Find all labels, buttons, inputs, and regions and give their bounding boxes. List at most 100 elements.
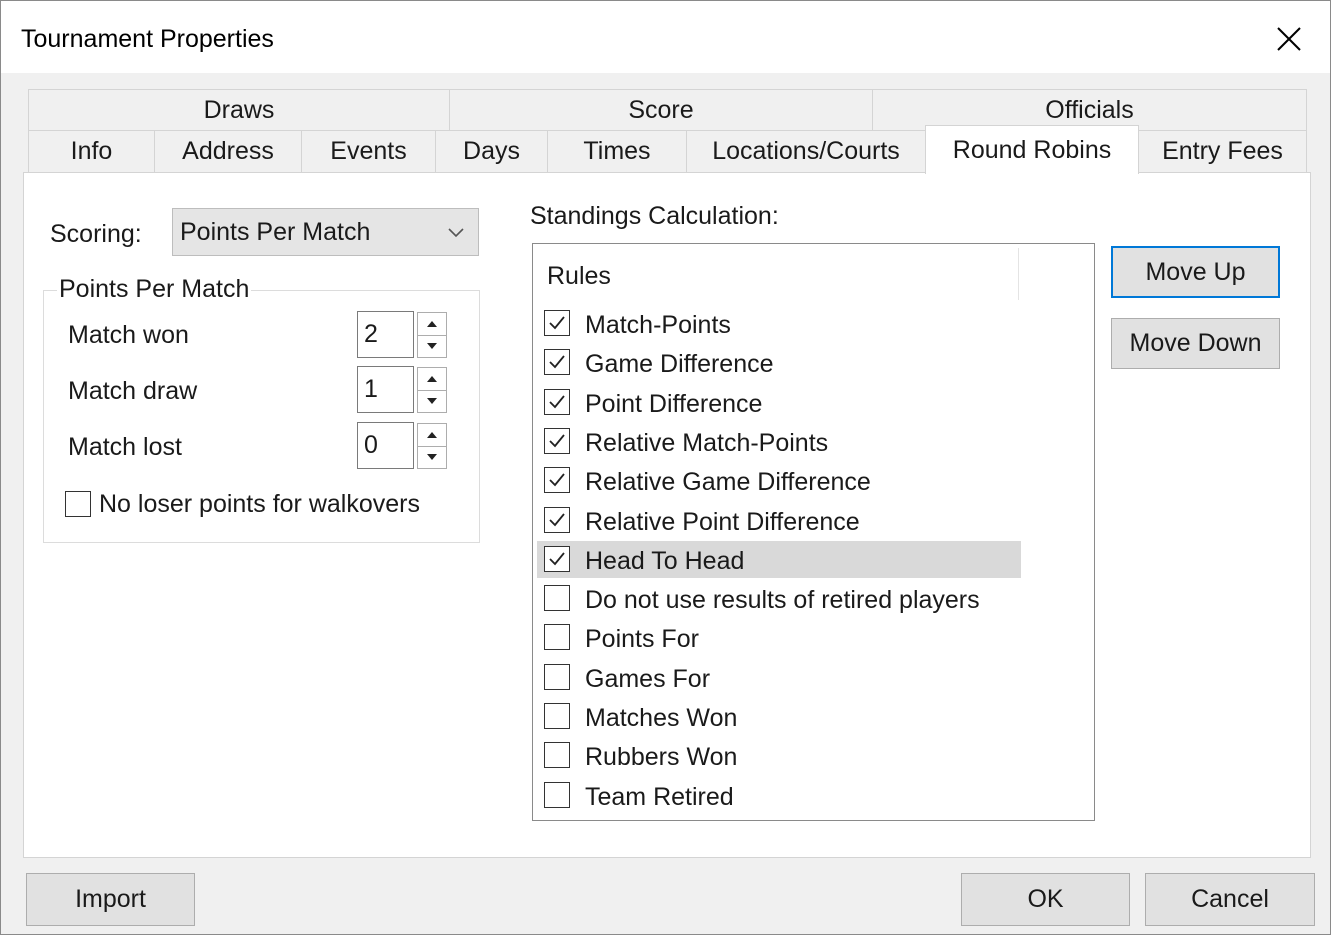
standings-rules-list[interactable]: Rules Match-Points Game Difference Point D… bbox=[532, 243, 1095, 821]
rule-label: Point Difference bbox=[585, 389, 763, 418]
tab-events[interactable]: Events bbox=[301, 130, 436, 173]
rule-row[interactable]: Do not use results of retired players bbox=[537, 580, 1021, 617]
arrow-down-icon bbox=[427, 343, 437, 349]
match-won-input[interactable]: 2 bbox=[357, 311, 414, 358]
rule-checkbox[interactable] bbox=[544, 624, 570, 651]
rule-row[interactable]: Rubbers Won bbox=[537, 737, 1021, 774]
match-lost-increment[interactable] bbox=[418, 424, 446, 447]
rule-checkbox[interactable] bbox=[544, 703, 570, 729]
rule-row[interactable]: Match-Points bbox=[537, 305, 1021, 342]
arrow-up-icon bbox=[427, 321, 437, 327]
import-button[interactable]: Import bbox=[26, 873, 195, 926]
move-up-button[interactable]: Move Up bbox=[1111, 246, 1280, 298]
chevron-down-icon bbox=[448, 228, 464, 238]
no-loser-points-checkbox[interactable] bbox=[65, 491, 91, 517]
tournament-properties-dialog: Tournament Properties Draws Score Offici… bbox=[0, 0, 1331, 935]
check-icon bbox=[549, 316, 565, 330]
scoring-select-value: Points Per Match bbox=[180, 217, 371, 246]
close-button[interactable] bbox=[1263, 13, 1315, 65]
match-lost-spinner bbox=[417, 423, 447, 469]
rule-row[interactable]: Point Difference bbox=[537, 384, 1021, 421]
rule-row[interactable]: Points For bbox=[537, 619, 1021, 656]
match-draw-decrement[interactable] bbox=[418, 390, 446, 412]
tab-locations-courts[interactable]: Locations/Courts bbox=[686, 130, 926, 173]
match-draw-input[interactable]: 1 bbox=[357, 366, 414, 413]
cancel-button[interactable]: Cancel bbox=[1145, 873, 1315, 926]
rule-row[interactable]: Relative Match-Points bbox=[537, 423, 1021, 460]
match-won-decrement[interactable] bbox=[418, 335, 446, 357]
rule-label: Matches Won bbox=[585, 704, 738, 732]
rule-row[interactable]: Games For bbox=[537, 659, 1021, 696]
match-won-spinner bbox=[417, 312, 447, 358]
move-down-button[interactable]: Move Down bbox=[1111, 318, 1280, 369]
points-per-match-legend: Points Per Match bbox=[57, 275, 252, 304]
tab-score[interactable]: Score bbox=[449, 89, 873, 131]
tab-info[interactable]: Info bbox=[28, 130, 155, 173]
rule-checkbox[interactable] bbox=[544, 388, 570, 415]
standings-label: Standings Calculation: bbox=[530, 202, 779, 230]
tab-days[interactable]: Days bbox=[435, 130, 548, 173]
scoring-label: Scoring: bbox=[50, 220, 142, 248]
rule-checkbox[interactable] bbox=[544, 585, 570, 612]
rule-label: Do not use results of retired players bbox=[585, 586, 980, 615]
close-icon bbox=[1277, 27, 1301, 51]
column-separator bbox=[1018, 248, 1019, 300]
scoring-select[interactable]: Points Per Match bbox=[172, 208, 479, 256]
match-draw-increment[interactable] bbox=[418, 368, 446, 391]
match-draw-label: Match draw bbox=[68, 377, 198, 405]
rule-label: Relative Match-Points bbox=[585, 428, 829, 457]
check-icon bbox=[549, 434, 565, 448]
rule-checkbox[interactable] bbox=[544, 427, 570, 454]
rule-checkbox[interactable] bbox=[544, 742, 570, 769]
arrow-up-icon bbox=[427, 376, 437, 382]
tab-round-robins[interactable]: Round Robins bbox=[925, 125, 1139, 174]
rule-checkbox[interactable] bbox=[544, 467, 570, 494]
rule-row[interactable]: Matches Won bbox=[537, 698, 1021, 735]
check-icon bbox=[549, 395, 565, 408]
rule-checkbox[interactable] bbox=[544, 310, 570, 336]
tab-entry-fees[interactable]: Entry Fees bbox=[1138, 130, 1307, 173]
match-lost-input[interactable]: 0 bbox=[357, 422, 414, 469]
rule-checkbox[interactable] bbox=[544, 663, 570, 690]
rule-label: Game Difference bbox=[585, 350, 774, 379]
rule-label: Match-Points bbox=[585, 311, 731, 339]
tab-draws[interactable]: Draws bbox=[28, 89, 450, 131]
rule-label: Head To Head bbox=[585, 546, 745, 575]
arrow-down-icon bbox=[427, 398, 437, 404]
round-robins-panel: Scoring: Points Per Match Points Per Mat… bbox=[23, 172, 1311, 858]
no-loser-points-label: No loser points for walkovers bbox=[99, 490, 420, 518]
check-icon bbox=[549, 355, 565, 369]
check-icon bbox=[549, 473, 565, 487]
rule-row[interactable]: Head To Head bbox=[537, 540, 1021, 578]
rule-row[interactable]: Team Retired bbox=[537, 777, 1021, 814]
tab-address[interactable]: Address bbox=[154, 130, 302, 173]
rule-label: Relative Game Difference bbox=[585, 468, 871, 497]
rule-checkbox[interactable] bbox=[544, 349, 570, 376]
rule-label: Points For bbox=[585, 625, 699, 654]
title-bar: Tournament Properties bbox=[1, 1, 1330, 73]
rule-row[interactable]: Game Difference bbox=[537, 344, 1021, 381]
match-lost-label: Match lost bbox=[68, 433, 182, 461]
match-won-label: Match won bbox=[68, 321, 189, 349]
rule-checkbox[interactable] bbox=[544, 506, 570, 533]
rule-label: Rubbers Won bbox=[585, 743, 738, 772]
check-icon bbox=[549, 512, 565, 526]
rules-header-label: Rules bbox=[547, 262, 611, 290]
rule-checkbox[interactable] bbox=[544, 781, 570, 808]
window-title: Tournament Properties bbox=[21, 25, 274, 53]
rule-label: Games For bbox=[585, 664, 711, 693]
match-won-increment[interactable] bbox=[418, 313, 446, 336]
rule-label: Team Retired bbox=[585, 782, 734, 811]
ok-button[interactable]: OK bbox=[961, 873, 1130, 926]
match-lost-decrement[interactable] bbox=[418, 446, 446, 468]
check-icon bbox=[549, 552, 565, 566]
arrow-up-icon bbox=[427, 432, 437, 438]
rule-row[interactable]: Relative Point Difference bbox=[537, 502, 1021, 539]
match-draw-spinner bbox=[417, 367, 447, 413]
rule-label: Relative Point Difference bbox=[585, 507, 860, 536]
rules-column-header[interactable]: Rules bbox=[533, 244, 1019, 302]
tab-times[interactable]: Times bbox=[547, 130, 687, 173]
rule-checkbox[interactable] bbox=[544, 545, 570, 572]
arrow-down-icon bbox=[427, 454, 437, 460]
rule-row[interactable]: Relative Game Difference bbox=[537, 462, 1021, 499]
